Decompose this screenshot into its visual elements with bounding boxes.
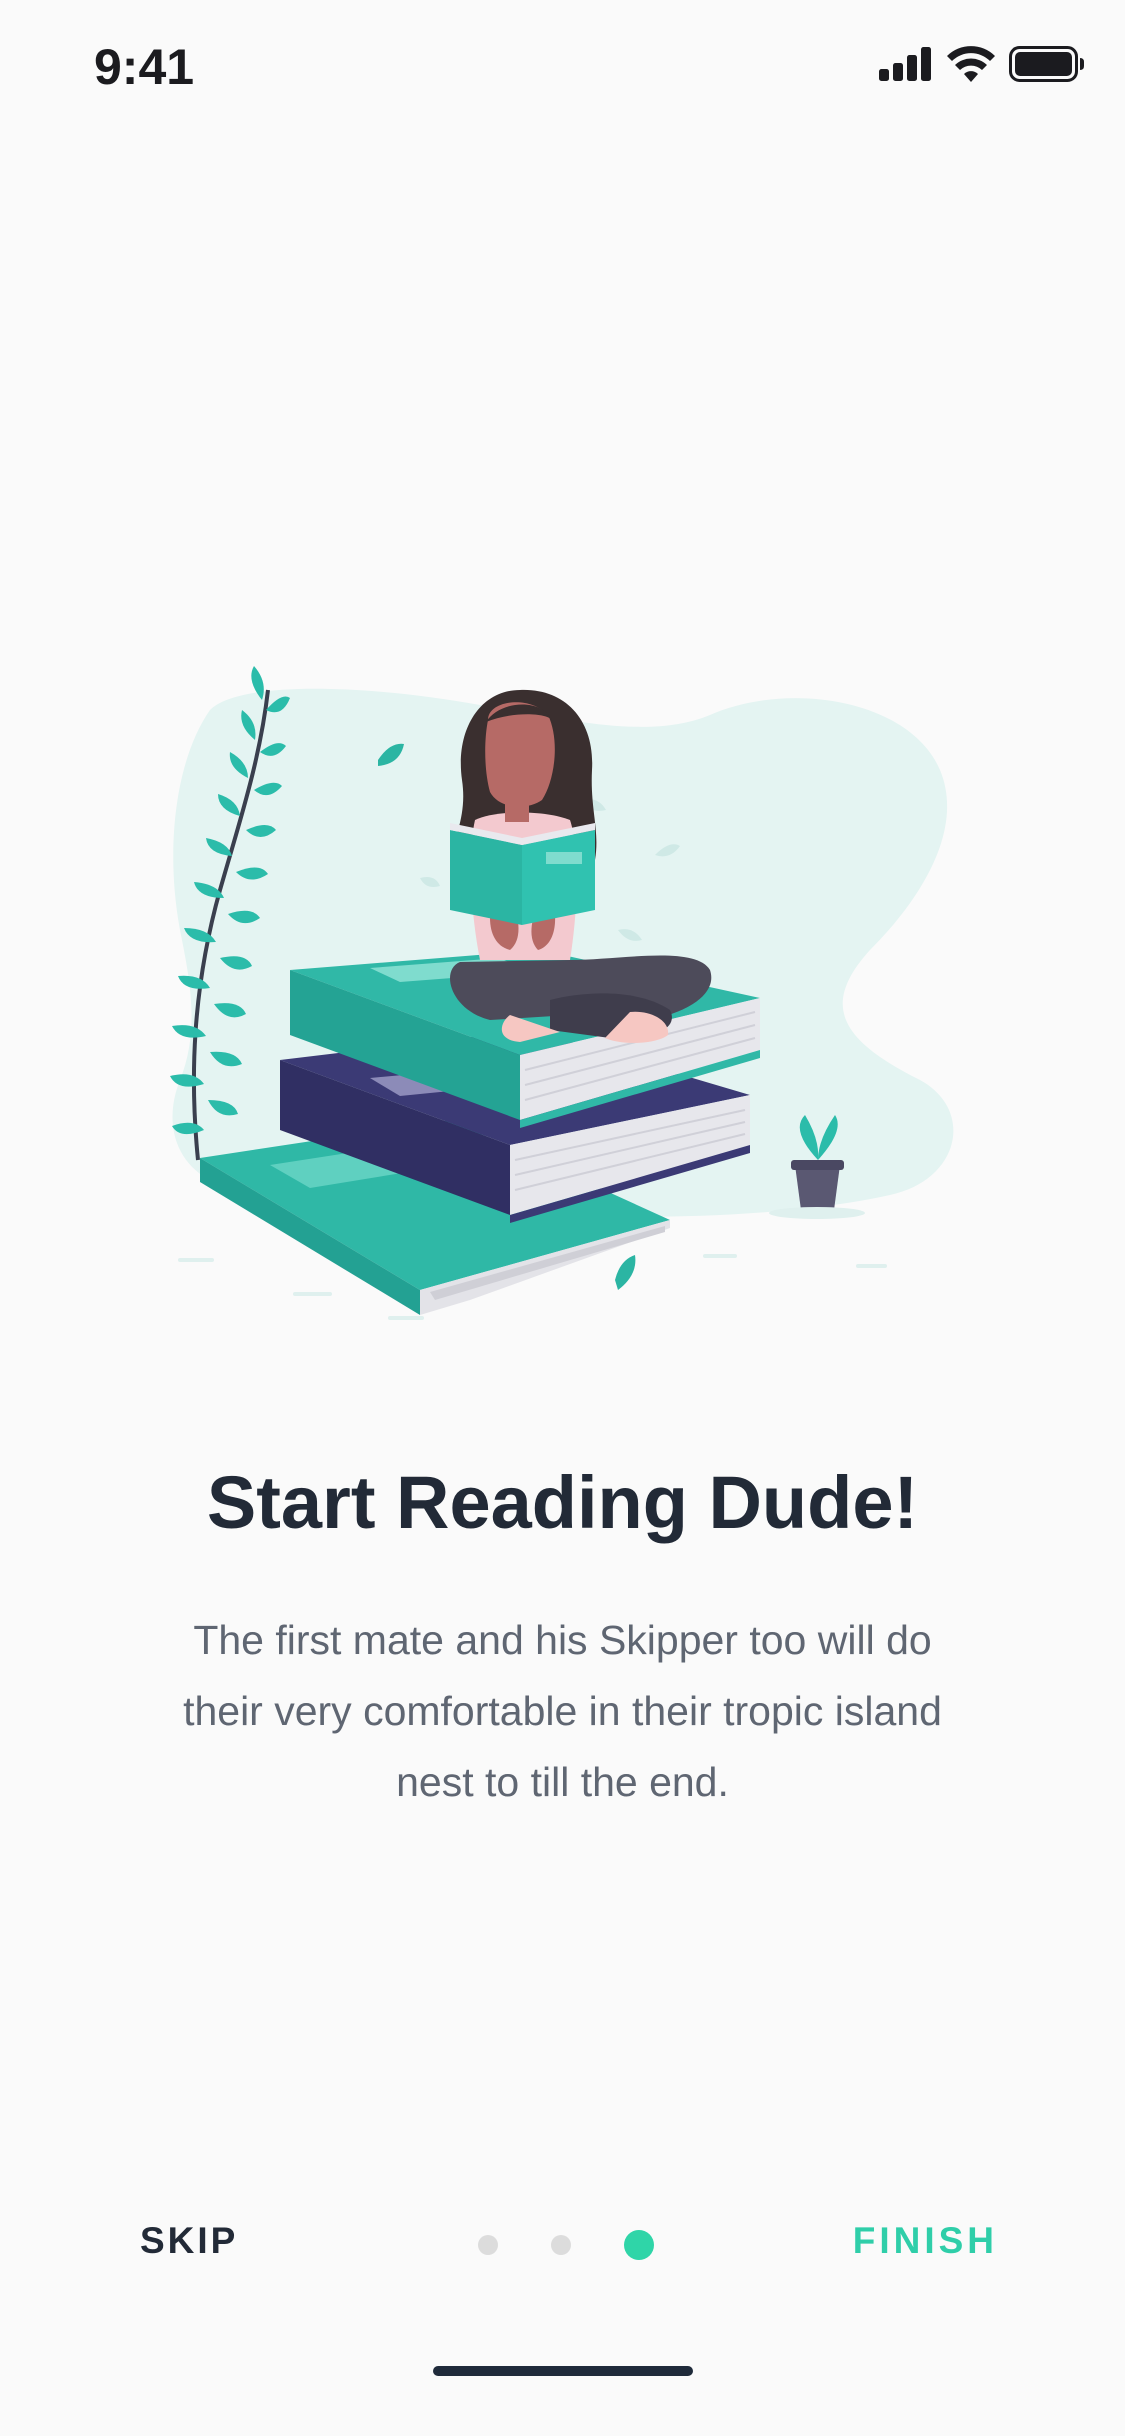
cellular-signal-icon xyxy=(879,47,933,81)
status-icons xyxy=(879,46,1085,82)
person-reading-on-books-illustration xyxy=(170,666,954,1320)
status-bar: 9:41 xyxy=(0,0,1125,132)
wifi-icon xyxy=(947,46,995,82)
page-indicator xyxy=(478,2230,654,2260)
page-dot-3-active[interactable] xyxy=(624,2230,654,2260)
reading-illustration xyxy=(150,660,980,1340)
home-indicator[interactable] xyxy=(433,2366,693,2376)
status-time: 9:41 xyxy=(94,39,195,95)
page-dot-1[interactable] xyxy=(478,2235,498,2255)
onboarding-screen: 9:41 Start Reading Dude! The first mate … xyxy=(0,0,1125,2436)
onboarding-description: The first mate and his Skipper too will … xyxy=(183,1617,942,1805)
skip-button[interactable]: SKIP xyxy=(140,2220,238,2262)
page-dot-2[interactable] xyxy=(551,2235,571,2255)
battery-icon xyxy=(1009,46,1085,82)
onboarding-title: Start Reading Dude! xyxy=(206,1461,919,1544)
finish-button[interactable]: FINISH xyxy=(853,2220,998,2262)
